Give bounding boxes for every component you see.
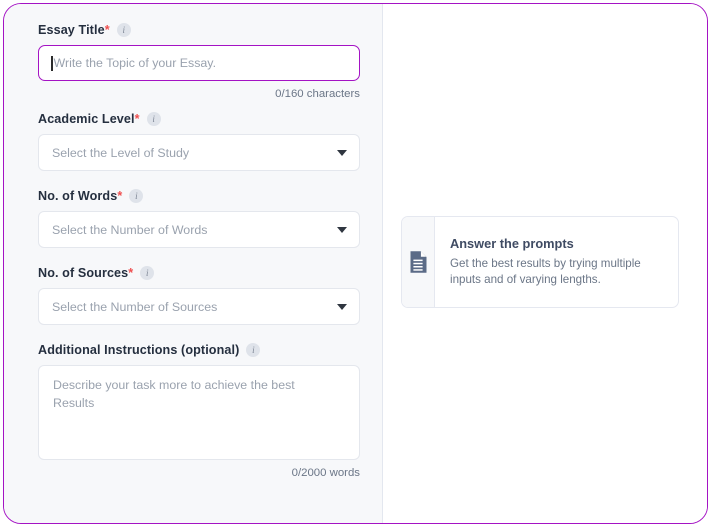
academic-level-placeholder: Select the Level of Study	[52, 145, 190, 160]
field-academic-level: Academic Level* i Select the Level of St…	[38, 112, 362, 171]
field-additional-instructions: Additional Instructions (optional) i Des…	[38, 343, 362, 479]
chevron-down-icon[interactable]	[337, 303, 347, 310]
field-no-of-sources: No. of Sources* i Select the Number of S…	[38, 266, 362, 325]
hint-card: Answer the prompts Get the best results …	[401, 216, 679, 308]
field-essay-title: Essay Title* i Write the Topic of your E…	[38, 23, 362, 100]
field-label-no-of-words: No. of Words*	[38, 189, 123, 203]
no-of-sources-select[interactable]: Select the Number of Sources	[38, 288, 360, 325]
info-icon[interactable]: i	[246, 343, 261, 357]
no-of-words-placeholder: Select the Number of Words	[52, 222, 208, 237]
info-icon[interactable]: i	[129, 189, 144, 203]
required-asterisk: *	[117, 189, 123, 203]
required-asterisk: *	[128, 266, 134, 280]
field-no-of-words: No. of Words* i Select the Number of Wor…	[38, 189, 362, 248]
field-label-academic-level: Academic Level*	[38, 112, 140, 126]
document-icon	[410, 251, 426, 273]
academic-level-select[interactable]: Select the Level of Study	[38, 134, 360, 171]
hint-icon-pane	[402, 217, 435, 307]
preview-column: Answer the prompts Get the best results …	[383, 4, 707, 523]
required-asterisk: *	[134, 112, 140, 126]
no-of-words-select[interactable]: Select the Number of Words	[38, 211, 360, 248]
chevron-down-icon[interactable]	[337, 226, 347, 233]
hint-description: Get the best results by trying multiple …	[450, 257, 641, 287]
essay-title-counter: 0/160 characters	[275, 88, 360, 100]
essay-title-input[interactable]: Write the Topic of your Essay.	[38, 45, 360, 81]
field-label-row: Essay Title* i	[38, 23, 362, 37]
chevron-down-icon[interactable]	[337, 149, 347, 156]
required-asterisk: *	[104, 23, 110, 37]
additional-instructions-counter: 0/2000 words	[291, 467, 360, 479]
essay-generator-panel: Essay Title* i Write the Topic of your E…	[3, 3, 708, 524]
additional-instructions-placeholder: Describe your task more to achieve the b…	[53, 378, 295, 410]
info-icon[interactable]: i	[116, 23, 131, 37]
text-caret	[51, 55, 53, 71]
info-icon[interactable]: i	[140, 266, 155, 280]
field-label-no-of-sources: No. of Sources*	[38, 266, 134, 280]
no-of-sources-placeholder: Select the Number of Sources	[52, 299, 218, 314]
essay-title-placeholder: Write the Topic of your Essay.	[53, 56, 217, 70]
field-label-row: Academic Level* i	[38, 112, 362, 126]
info-icon[interactable]: i	[146, 112, 161, 126]
field-label-row: No. of Words* i	[38, 189, 362, 203]
field-label-essay-title: Essay Title*	[38, 23, 110, 37]
hint-title: Answer the prompts	[450, 236, 574, 251]
field-label-row: No. of Sources* i	[38, 266, 362, 280]
field-label-additional-instructions: Additional Instructions (optional)	[38, 343, 240, 357]
hint-body: Answer the prompts Get the best results …	[435, 217, 678, 307]
form-column: Essay Title* i Write the Topic of your E…	[4, 4, 383, 523]
additional-instructions-textarea[interactable]: Describe your task more to achieve the b…	[38, 365, 360, 460]
field-label-row: Additional Instructions (optional) i	[38, 343, 362, 357]
